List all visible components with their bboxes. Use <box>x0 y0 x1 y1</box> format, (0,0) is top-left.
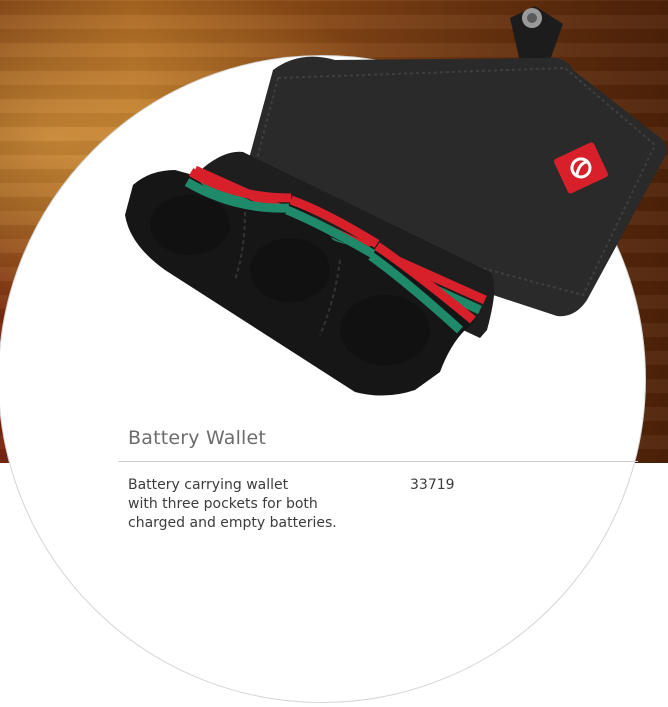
description-line: Battery carrying wallet <box>128 477 289 493</box>
description-line: with three pockets for both <box>128 496 318 512</box>
product-title: Battery Wallet <box>128 427 267 449</box>
product-description: Battery carrying wallet with three pocke… <box>128 476 378 533</box>
divider <box>118 461 638 462</box>
battery-wallet-image <box>125 6 667 396</box>
description-line: charged and empty batteries. <box>128 515 337 531</box>
article-number: 33719 <box>410 477 455 493</box>
